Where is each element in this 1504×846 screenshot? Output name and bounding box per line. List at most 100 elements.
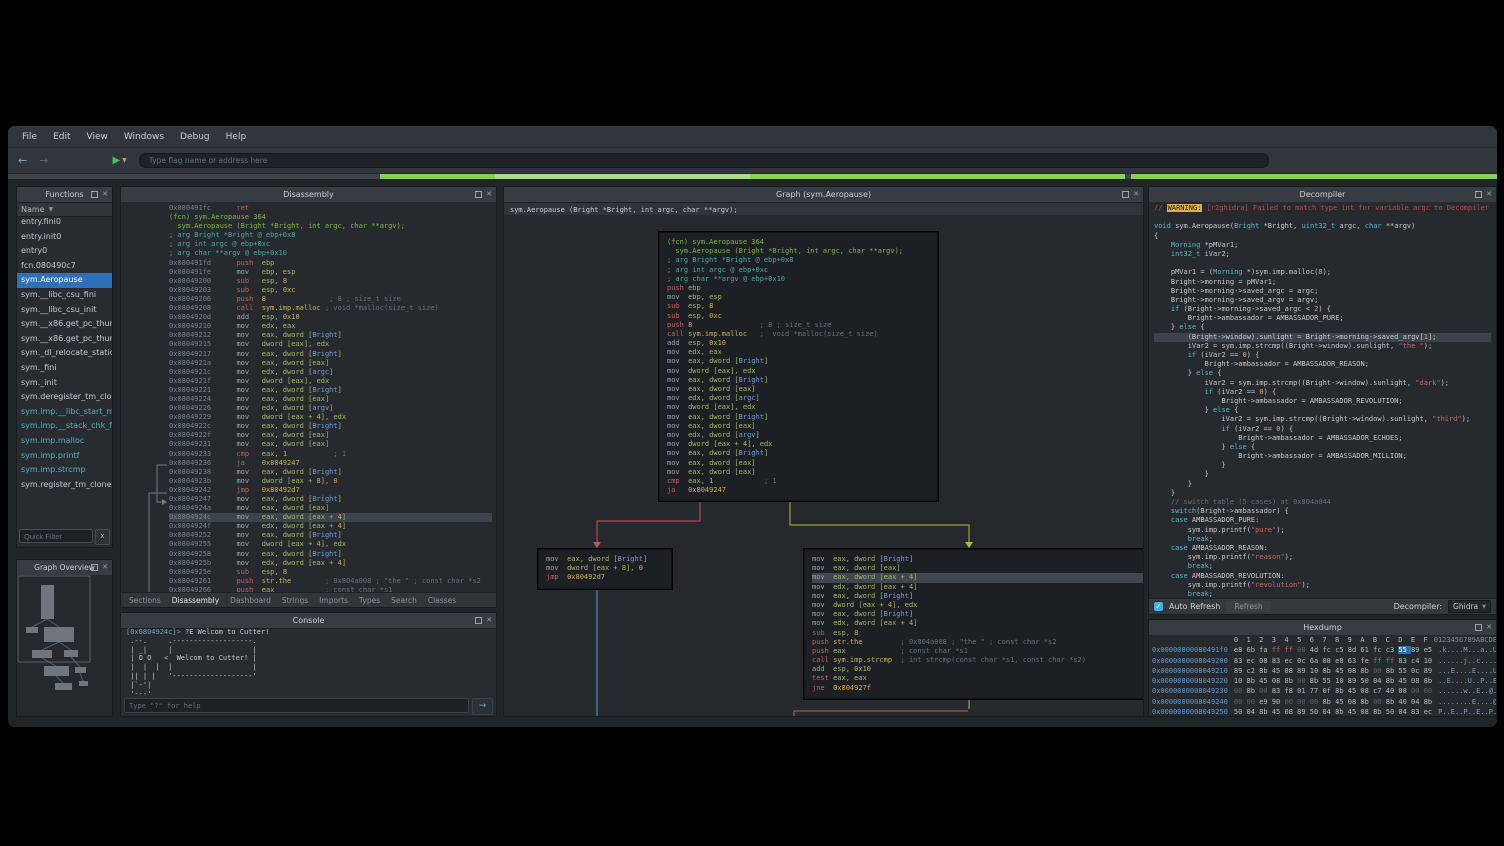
graph-node-line[interactable]: mov edx, dword [eax + 4]: [812, 619, 1143, 628]
graph-node-line[interactable]: mov edx, eax: [667, 348, 930, 357]
graph-node-line[interactable]: mov dword [eax + 8], 0: [546, 564, 664, 573]
disassembly-line[interactable]: 0x0804925b mov edx, dword [eax + 4]: [169, 559, 492, 568]
disassembly-line[interactable]: 0x08049261 push str.the ; 0x804a008 ; "t…: [169, 577, 492, 586]
graph-panel-header[interactable]: Graph (sym.Aeropause) ✕: [504, 187, 1143, 203]
decompiler-line[interactable]: case AMBASSADOR_PURE:: [1154, 516, 1491, 525]
graph-node-line[interactable]: push eax ; const char *s1: [812, 647, 1143, 656]
decompiler-line[interactable]: Bright->morning->saved_argv = argv;: [1154, 296, 1491, 305]
refresh-button[interactable]: Refresh: [1226, 601, 1270, 612]
close-icon[interactable]: ✕: [102, 191, 108, 198]
decompiler-line[interactable]: break;: [1154, 562, 1491, 571]
function-item[interactable]: sym.deregister_tm_clones: [17, 390, 112, 405]
graph-node-line[interactable]: mov edx, dword [argv]: [667, 431, 930, 440]
disassembly-line[interactable]: (fcn) sym.Aeropause 364: [169, 213, 492, 222]
disassembly-line[interactable]: 0x0804921c mov edx, dword [argc]: [169, 368, 492, 377]
decompiler-line[interactable]: iVar2 = sym.imp.strcmp((Bright->window).…: [1154, 415, 1491, 424]
disassembly-line[interactable]: 0x080491fd push ebp: [169, 259, 492, 268]
tab-dashboard[interactable]: Dashboard: [230, 596, 271, 605]
undock-icon[interactable]: [1122, 191, 1129, 198]
hexdump-row[interactable]: 0x000000000804922010 8b 45 08 8b 00 8b 5…: [1152, 676, 1496, 686]
decompiler-line[interactable]: [1154, 259, 1491, 268]
graph-node-line[interactable]: mov ebp, esp: [667, 293, 930, 302]
menu-edit[interactable]: Edit: [53, 132, 70, 142]
graph-node-line[interactable]: sub esp, 0xc: [667, 312, 930, 321]
disassembly-line[interactable]: 0x0804924a mov eax, dword [eax]: [169, 504, 492, 513]
function-item[interactable]: entry0: [17, 244, 112, 259]
menu-view[interactable]: View: [87, 132, 108, 142]
graph-node-line[interactable]: sym.Aeropause (Bright *Bright, int argc,…: [667, 247, 930, 256]
disassembly-line[interactable]: 0x08049252 mov eax, dword [Bright]: [169, 531, 492, 540]
graph-node-line[interactable]: mov dword [eax + 4], edx: [812, 601, 1143, 610]
disassembly-line[interactable]: 0x0804922c mov eax, dword [Bright]: [169, 422, 492, 431]
undock-icon[interactable]: [1475, 624, 1482, 631]
graph-node-line[interactable]: ja 0x8049247: [667, 486, 930, 495]
graph-node-line[interactable]: ; arg char **argv @ ebp+0x10: [667, 275, 930, 284]
decompiler-line[interactable]: iVar2 = sym.imp.strcmp((Bright->window).…: [1154, 379, 1491, 388]
disassembly-line[interactable]: 0x08049258 mov eax, dword [Bright]: [169, 550, 492, 559]
disassembly-line[interactable]: 0x0804924f mov edx, dword [eax + 4]: [169, 522, 492, 531]
disassembly-line[interactable]: 0x08049203 sub esp, 0xc: [169, 286, 492, 295]
hexdump-row[interactable]: 0x000000000804923000 8b 00 83 f8 01 77 0…: [1152, 686, 1496, 696]
graph-node-line[interactable]: push 8 ; 8 ; size_t size: [667, 321, 930, 330]
close-icon[interactable]: ✕: [1486, 191, 1492, 198]
undock-icon[interactable]: [475, 617, 482, 624]
address-search-input[interactable]: [139, 153, 1269, 168]
function-item[interactable]: sym.imp.strcmp: [17, 463, 112, 478]
forward-icon[interactable]: →: [39, 154, 48, 167]
disassembly-line[interactable]: 0x080491fc ret: [169, 204, 492, 213]
decompiler-line[interactable]: break;: [1154, 535, 1491, 544]
disassembly-line[interactable]: 0x08049226 mov edx, dword [argv]: [169, 404, 492, 413]
disassembly-line[interactable]: 0x08049242 jmp 0x80492d7: [169, 486, 492, 495]
disassembly-line[interactable]: 0x08049206 push 8 ; 8 ; size_t size: [169, 295, 492, 304]
disassembly-line[interactable]: ; arg Bright *Bright @ ebp+0x8: [169, 231, 492, 240]
decompiler-line[interactable]: Bright->morning = pMVar1;: [1154, 278, 1491, 287]
quick-filter-input[interactable]: [19, 529, 93, 543]
disassembly-line[interactable]: 0x08049238 mov eax, dword [Bright]: [169, 468, 492, 477]
console-input[interactable]: [124, 698, 469, 713]
graph-node-line[interactable]: push str.the ; 0x804a008 ; "the " ; cons…: [812, 638, 1143, 647]
decompiler-line[interactable]: } else {: [1154, 369, 1491, 378]
decompiler-line[interactable]: }: [1154, 461, 1491, 470]
graph-node-line[interactable]: mov edx, dword [argc]: [667, 394, 930, 403]
decompiler-line[interactable]: if (iVar2 == 0) {: [1154, 351, 1491, 360]
play-dropdown-caret-icon[interactable]: ▼: [122, 157, 127, 164]
tab-search[interactable]: Search: [391, 596, 417, 605]
disassembly-line[interactable]: 0x080491fe mov ebp, esp: [169, 268, 492, 277]
undock-icon[interactable]: [475, 191, 482, 198]
graph-canvas[interactable]: (fcn) sym.Aeropause 364 sym.Aeropause (B…: [504, 215, 1143, 716]
menu-windows[interactable]: Windows: [124, 132, 164, 142]
disassembly-line[interactable]: 0x0804921a mov eax, dword [eax]: [169, 359, 492, 368]
menu-debug[interactable]: Debug: [180, 132, 210, 142]
back-icon[interactable]: ←: [18, 154, 27, 167]
decompiler-line[interactable]: Bright->ambassador = AMBASSADOR_PURE;: [1154, 314, 1491, 323]
function-item[interactable]: sym.__libc_csu_fini: [17, 288, 112, 303]
decompiler-line[interactable]: }: [1154, 470, 1491, 479]
hexdump-row[interactable]: 0x00000000080491f0e8 6b fa ff ff 00 4d f…: [1152, 645, 1496, 655]
disassembly-line[interactable]: ; arg char **argv @ ebp+0x10: [169, 249, 492, 258]
graph-node-line[interactable]: mov eax, dword [Bright]: [812, 555, 1143, 564]
disassembly-line[interactable]: 0x08049236 ja 0x8049247: [169, 459, 492, 468]
menu-help[interactable]: Help: [226, 132, 247, 142]
function-item[interactable]: entry.init0: [17, 230, 112, 245]
undock-icon[interactable]: [91, 564, 98, 571]
decompiler-line[interactable]: if (Bright->morning->saved_argc < 2) {: [1154, 305, 1491, 314]
graph-node-line[interactable]: (fcn) sym.Aeropause 364: [667, 238, 930, 247]
hexdump-panel-header[interactable]: Hexdump ✕: [1149, 620, 1496, 636]
function-item[interactable]: sym.__x86.get_pc_thunk.bx: [17, 332, 112, 347]
function-item[interactable]: sym.imp.__stack_chk_fail: [17, 419, 112, 434]
close-icon[interactable]: ✕: [1486, 624, 1492, 631]
function-item[interactable]: sym.register_tm_clones: [17, 478, 112, 493]
close-icon[interactable]: ✕: [1133, 191, 1139, 198]
undock-icon[interactable]: [91, 191, 98, 198]
decompiler-select[interactable]: Ghidra ▼: [1448, 600, 1491, 613]
decompiler-line[interactable]: sym.imp.printf("reason");: [1154, 553, 1491, 562]
tab-strings[interactable]: Strings: [282, 596, 308, 605]
console-panel-header[interactable]: Console ✕: [121, 613, 496, 629]
graph-node-line[interactable]: mov edx, dword [eax + 4]: [812, 583, 1143, 592]
graph-node-line[interactable]: cmp eax, 1 ; 1: [667, 477, 930, 486]
graph-node-line[interactable]: call sym.imp.strcmp ; int strcmp(const c…: [812, 656, 1143, 665]
disassembly-line[interactable]: 0x08049208 call sym.imp.malloc ; void *m…: [169, 304, 492, 313]
graph-node-line[interactable]: mov eax, dword [Bright]: [667, 376, 930, 385]
decompiler-line[interactable]: switch(Bright->ambassador) {: [1154, 507, 1491, 516]
disassembly-line[interactable]: sym.Aeropause (Bright *Bright, int argc,…: [169, 222, 492, 231]
